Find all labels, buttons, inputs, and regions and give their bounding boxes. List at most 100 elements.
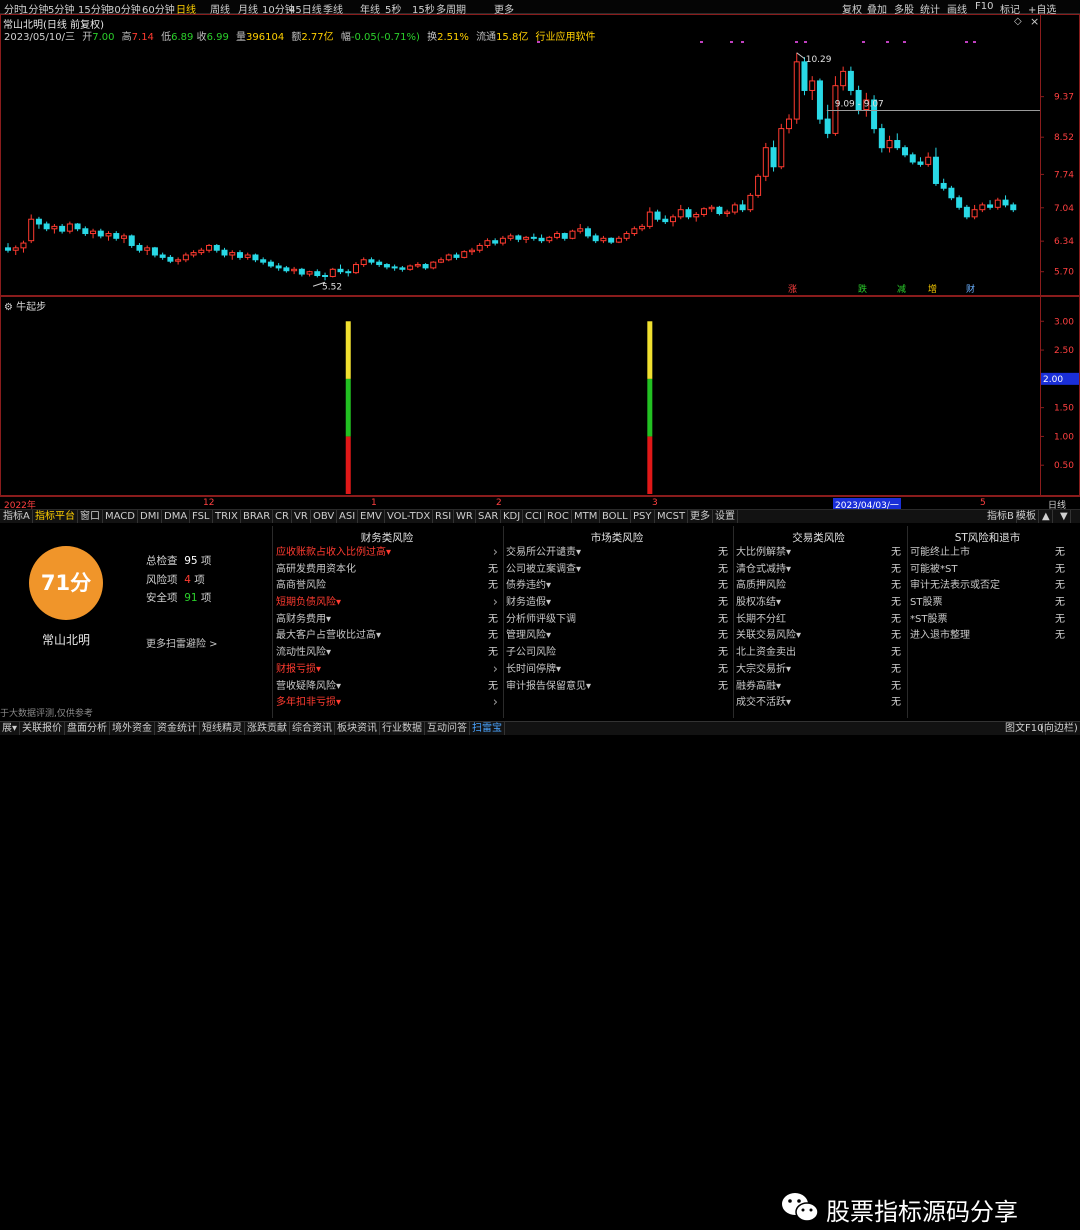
indicator-tab[interactable]: PSY (631, 510, 655, 523)
candle (546, 235, 553, 244)
indicator-tab[interactable]: VOL-TDX (385, 510, 434, 523)
risk-item[interactable]: 高财务费用▾ 无 (276, 612, 498, 629)
status-tab[interactable]: 境外资金 (110, 722, 155, 735)
risk-item[interactable]: 大比例解禁▾ 无 (736, 545, 901, 562)
risk-item[interactable]: 成交不活跃▾ 无 (736, 695, 901, 712)
risk-item[interactable]: 融券高融▾ 无 (736, 679, 901, 696)
indicator-tab[interactable]: BOLL (600, 510, 631, 523)
status-tab[interactable]: 综合资讯 (290, 722, 335, 735)
status-tab[interactable]: 涨跌贡献 (245, 722, 290, 735)
chart-close-icon[interactable]: × (1030, 15, 1039, 28)
risk-item[interactable]: 审计无法表示或否定 无 (910, 578, 1065, 595)
indicator-tab[interactable]: MACD (103, 510, 138, 523)
status-tab[interactable]: 短线精灵 (200, 722, 245, 735)
disclaimer: 于大数据评测,仅供参考 (0, 709, 93, 719)
event-marker[interactable]: 财 (966, 283, 975, 295)
indicator-tab[interactable]: TRIX (213, 510, 241, 523)
candle (592, 233, 599, 244)
toolbar-button[interactable]: F10 (975, 1, 993, 12)
indicator-tab[interactable]: DMI (138, 510, 163, 523)
risk-item[interactable]: 财务造假▾ 无 (506, 595, 728, 612)
indicator-tab[interactable]: WR (454, 510, 476, 523)
indicator-tab-control[interactable]: 模板 (1014, 510, 1039, 523)
risk-item[interactable]: 可能被*ST 无 (910, 562, 1065, 579)
risk-item[interactable]: 财报亏损▾ › (276, 662, 498, 679)
risk-item[interactable]: 长时间停牌▾ 无 (506, 662, 728, 679)
status-tab[interactable]: 资金统计 (155, 722, 200, 735)
risk-item[interactable]: 公司被立案调查▾ 无 (506, 562, 728, 579)
industry[interactable]: 行业应用软件 (536, 32, 596, 43)
indicator-gear-icon[interactable]: ⚙ (4, 302, 13, 313)
risk-item[interactable]: 应收账款占收入比例过高▾ › (276, 545, 498, 562)
risk-item[interactable]: 清仓式减持▾ 无 (736, 562, 901, 579)
indicator-tab[interactable]: 设置 (713, 510, 738, 523)
risk-item[interactable]: ST股票 无 (910, 595, 1065, 612)
indicator-tab[interactable]: BRAR (241, 510, 274, 523)
indicator-tab[interactable]: MCST (655, 510, 689, 523)
risk-item[interactable]: 高商誉风险 无 (276, 578, 498, 595)
risk-item[interactable]: 高质押风险 无 (736, 578, 901, 595)
indicator-tab[interactable]: SAR (476, 510, 502, 523)
candle (971, 204, 978, 220)
indicator-tab[interactable]: RSI (433, 510, 455, 523)
risk-item[interactable]: 可能终止上市 无 (910, 545, 1065, 562)
risk-item[interactable]: 子公司风险 无 (506, 645, 728, 662)
risk-item[interactable]: 北上资金卖出 无 (736, 645, 901, 662)
risk-item[interactable]: 营收疑降风险▾ 无 (276, 679, 498, 696)
indicator-chart[interactable]: 3.002.502.001.501.000.502.00 ⚙ 牛起步 (0, 296, 1080, 496)
indicator-tab[interactable]: OBV (311, 510, 338, 523)
risk-item[interactable]: 进入退市整理 无 (910, 628, 1065, 645)
status-tab[interactable]: 行业数据 (380, 722, 425, 735)
indicator-tab-control[interactable]: ▲ (1040, 510, 1053, 523)
risk-item[interactable]: 管理风险▾ 无 (506, 628, 728, 645)
indicator-tab[interactable]: FSL (190, 510, 213, 523)
kline-chart[interactable]: 9.37 8.52 7.74 7.04 6.34 5.70 10.29 5.52 9.09 - … (0, 14, 1080, 296)
risk-item[interactable]: 短期负债风险▾ › (276, 595, 498, 612)
risk-item[interactable]: 高研发费用资本化 无 (276, 562, 498, 579)
indicator-tab[interactable]: ROC (545, 510, 572, 523)
event-marker[interactable]: 涨 (788, 284, 797, 295)
amount-value: 2.77亿 (301, 32, 334, 43)
risk-item[interactable]: 大宗交易折▾ 无 (736, 662, 901, 679)
indicator-tab[interactable]: EMV (358, 510, 385, 523)
risk-item[interactable]: 流动性风险▾ 无 (276, 645, 498, 662)
indicator-tab[interactable]: VR (292, 510, 311, 523)
risk-item[interactable]: 审计报告保留意见▾ 无 (506, 679, 728, 696)
risk-item[interactable]: *ST股票 无 (910, 612, 1065, 629)
indicator-tab-control[interactable]: 指标B (985, 510, 1017, 523)
indicator-tab[interactable]: 窗口 (78, 510, 103, 523)
risk-item[interactable]: 交易所公开谴责▾ 无 (506, 545, 728, 562)
indicator-tab[interactable]: ASI (337, 510, 359, 523)
risk-item[interactable]: 债券违约▾ 无 (506, 578, 728, 595)
indicator-tab[interactable]: 指标平台 (33, 510, 78, 523)
risk-item[interactable]: 关联交易风险▾ 无 (736, 628, 901, 645)
indicator-tab-control[interactable]: ▼ (1058, 510, 1071, 523)
risk-item[interactable]: 长期不分红 无 (736, 612, 901, 629)
event-marker[interactable]: 减 (897, 283, 906, 295)
low-label: 低 (161, 32, 172, 43)
candle (778, 123, 785, 170)
indicator-tab[interactable]: 指标A (1, 510, 33, 523)
sidebar-toggle[interactable]: (向边栏) (1038, 722, 1080, 735)
status-tab[interactable]: 扫雷宝 (470, 722, 505, 735)
risk-item[interactable]: 股权冻结▾ 无 (736, 595, 901, 612)
indicator-tab[interactable]: DMA (162, 510, 191, 523)
indicator-tab[interactable]: CR (273, 510, 292, 523)
status-tab[interactable]: 互动问答 (425, 722, 470, 735)
event-marker[interactable]: 增 (928, 283, 937, 295)
indicator-tab[interactable]: MTM (572, 510, 601, 523)
status-tab[interactable]: 展▾ (0, 722, 21, 735)
candle (786, 114, 793, 134)
indicator-tab[interactable]: CCI (523, 510, 545, 523)
risk-item[interactable]: 多年扣非亏损▾ › (276, 695, 498, 712)
event-marker[interactable]: 跌 (858, 284, 867, 295)
status-tab[interactable]: 板块资讯 (335, 722, 380, 735)
chart-collapse-icon[interactable]: ◇ (1014, 16, 1022, 27)
indicator-tab[interactable]: KDJ (501, 510, 524, 523)
indicator-tab[interactable]: 更多 (688, 510, 713, 523)
status-tab[interactable]: 关联报价 (20, 722, 65, 735)
more-scan-link[interactable]: 更多扫雷避险 > (146, 635, 218, 650)
status-tab[interactable]: 盘面分析 (65, 722, 110, 735)
risk-item[interactable]: 最大客户占营收比过高▾ 无 (276, 628, 498, 645)
risk-item[interactable]: 分析师评级下调 无 (506, 612, 728, 629)
